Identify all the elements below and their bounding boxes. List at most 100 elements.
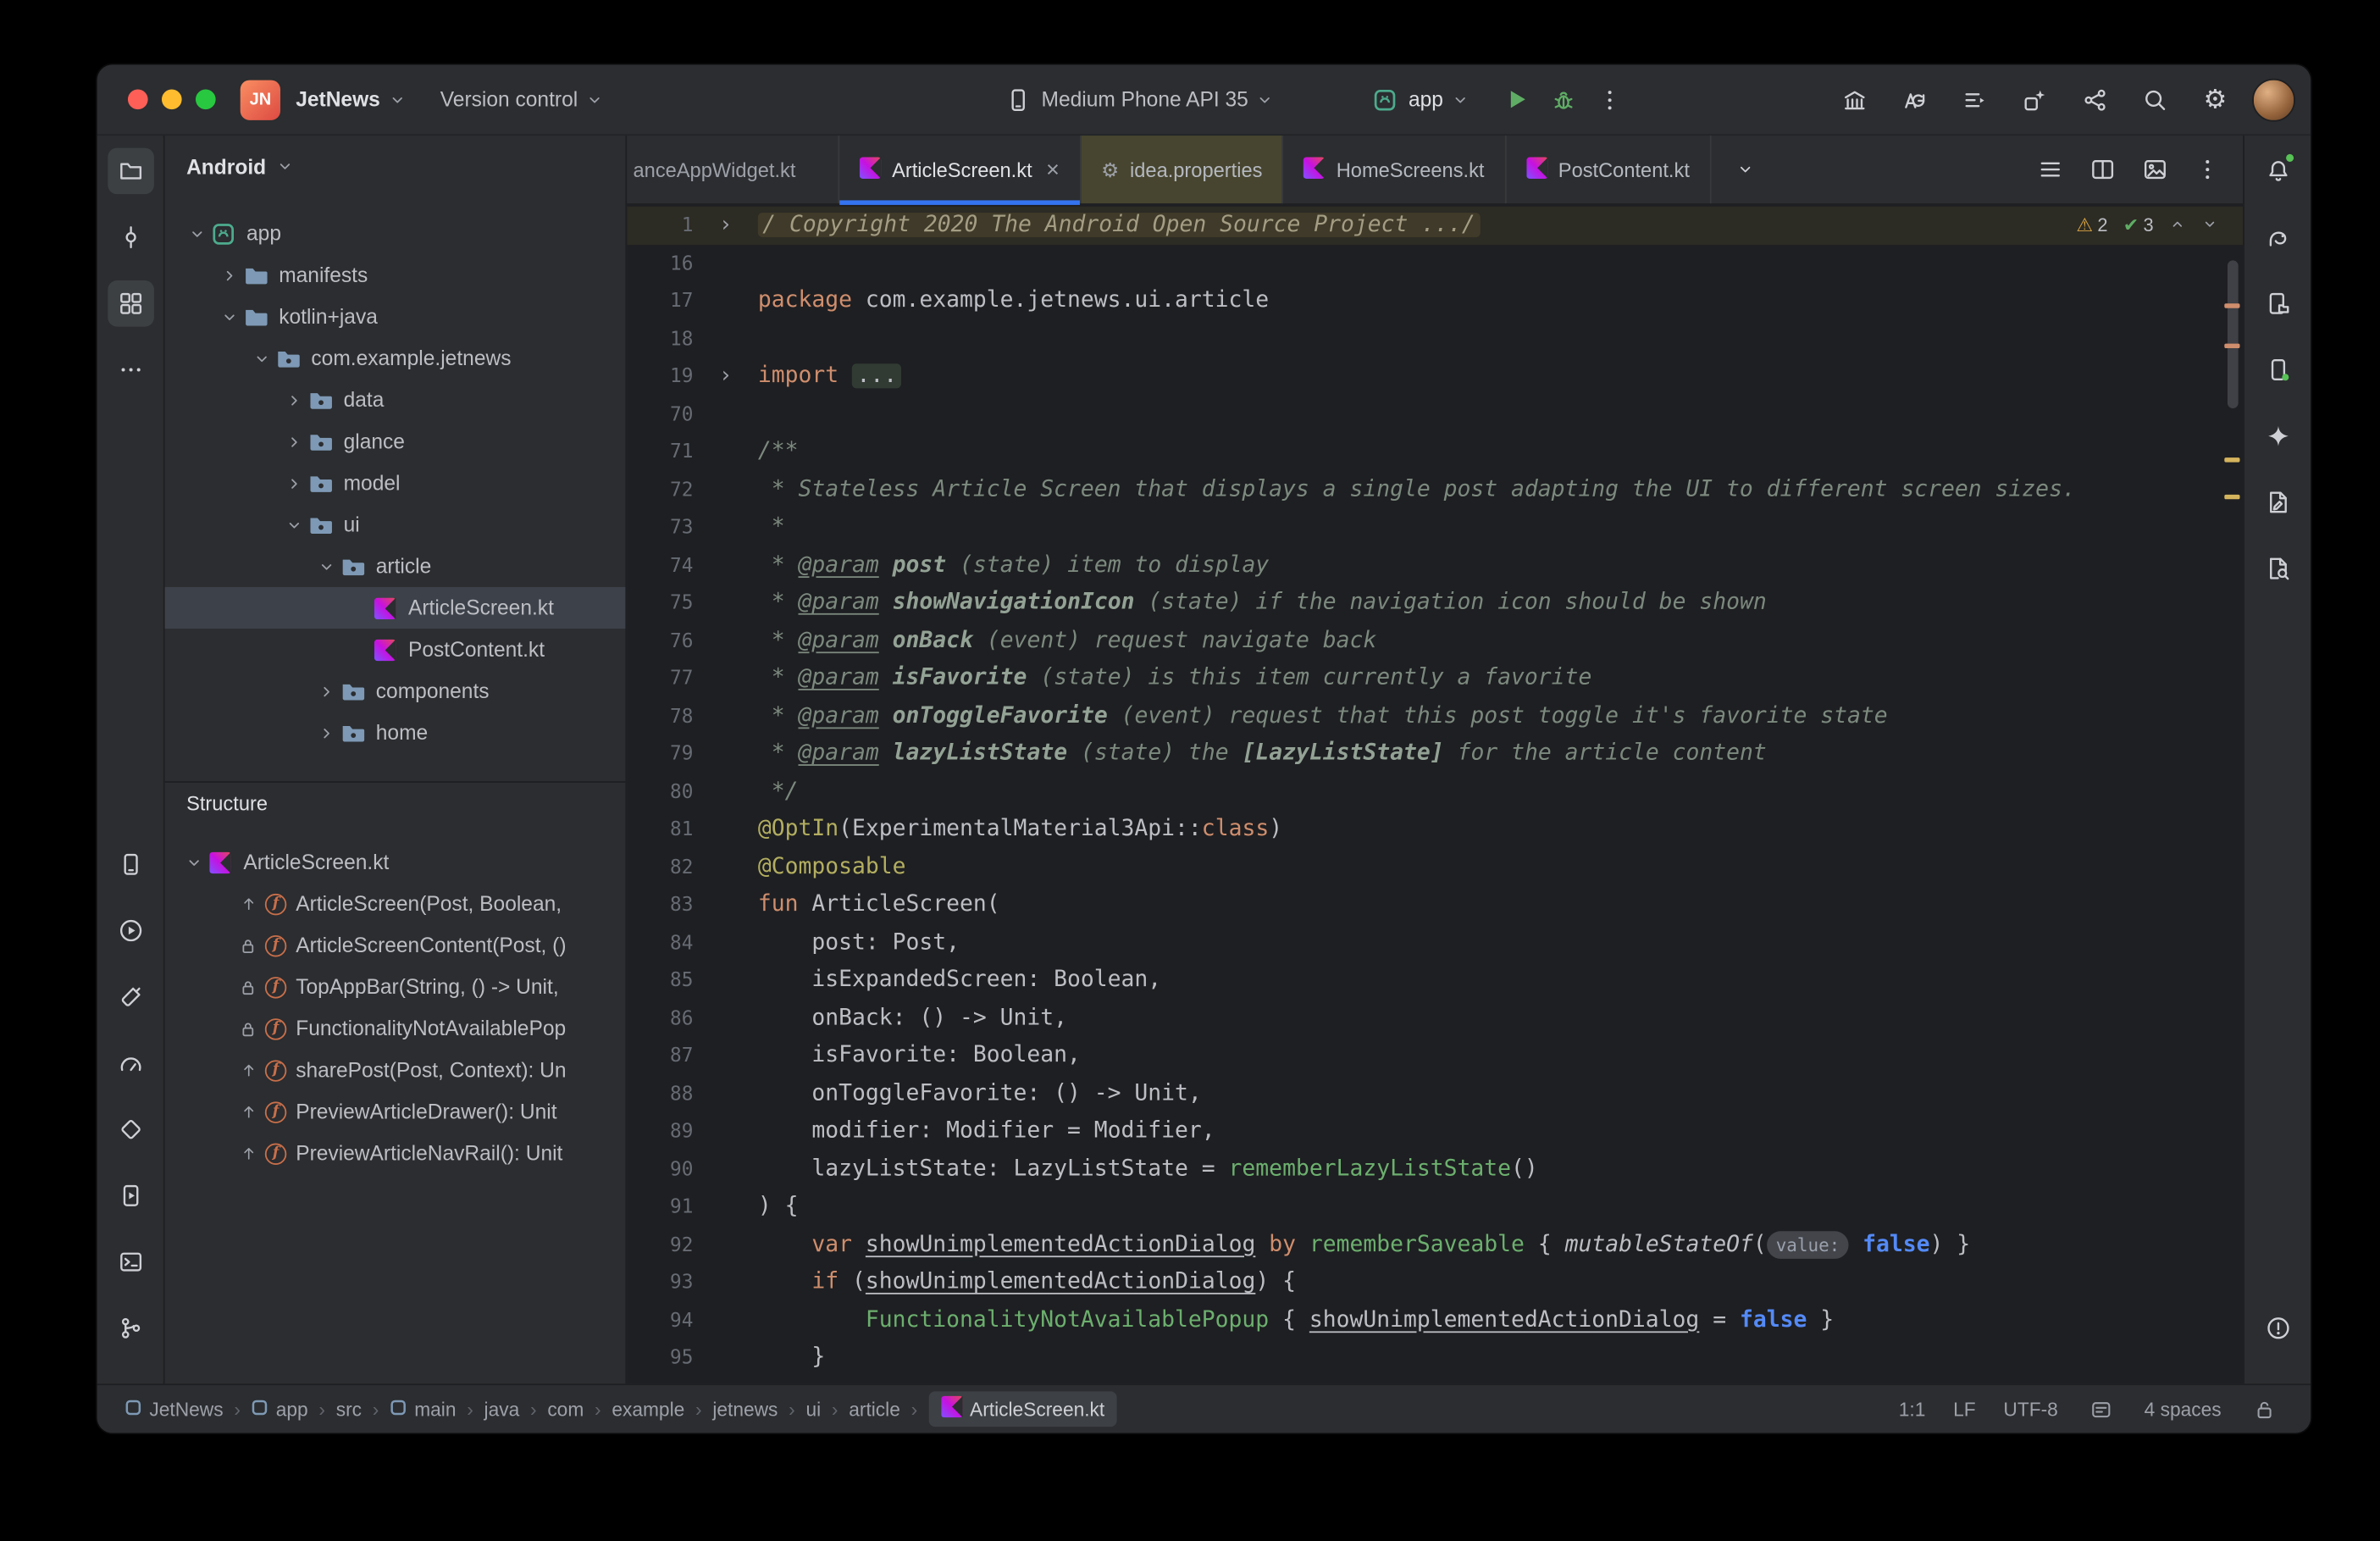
problems-icon[interactable] xyxy=(2255,1305,2301,1351)
tab-postcontent-kt[interactable]: PostContent.kt xyxy=(1506,136,1712,204)
breadcrumb-jetnews[interactable]: JetNews xyxy=(125,1399,224,1420)
line-number[interactable]: 71 xyxy=(627,433,693,471)
code-line-74[interactable]: 74 * @param post (state) item to display xyxy=(627,546,2243,585)
tree-item-home[interactable]: home xyxy=(165,712,626,753)
chevron-down-icon[interactable] xyxy=(313,557,339,575)
line-number[interactable]: 92 xyxy=(627,1226,693,1264)
tab-list-icon[interactable] xyxy=(2028,147,2074,193)
breadcrumb-app[interactable]: app xyxy=(252,1399,308,1420)
line-number[interactable]: 72 xyxy=(627,471,693,509)
encoding-widget[interactable]: UTF-8 xyxy=(2003,1399,2057,1420)
run-configuration-selector[interactable]: app xyxy=(1370,84,1470,114)
line-number[interactable]: 70 xyxy=(627,396,693,434)
app-quality-insights-icon[interactable] xyxy=(107,1106,153,1153)
line-number[interactable]: 76 xyxy=(627,622,693,660)
jetnews-logo[interactable]: JN xyxy=(240,79,281,119)
close-tab-icon[interactable]: × xyxy=(1046,158,1060,180)
code-line-76[interactable]: 76 * @param onBack (event) request navig… xyxy=(627,622,2243,660)
line-number[interactable]: 82 xyxy=(627,848,693,886)
chevron-right-icon[interactable] xyxy=(280,474,307,492)
code-line-17[interactable]: 17 package com.example.jetnews.ui.article xyxy=(627,282,2243,320)
line-number[interactable]: 16 xyxy=(627,244,693,282)
structure-tool-icon[interactable] xyxy=(107,280,153,327)
project-tool-icon[interactable] xyxy=(107,147,153,195)
tree-item-glance[interactable]: glance xyxy=(165,421,626,463)
breadcrumb-main[interactable]: main xyxy=(390,1399,456,1420)
more-tools-icon[interactable] xyxy=(107,346,153,393)
breadcrumb-articlescreen-kt[interactable]: ArticleScreen.kt xyxy=(927,1391,1117,1427)
code-line-81[interactable]: 81 @OptIn(ExperimentalMaterial3Api::class… xyxy=(627,811,2243,849)
chevron-right-icon[interactable] xyxy=(216,266,242,285)
emulator-icon[interactable] xyxy=(2255,346,2301,393)
avatar[interactable] xyxy=(2252,77,2295,121)
plugins-icon[interactable] xyxy=(2012,76,2058,123)
tab-anceappwidget-kt[interactable]: anceAppWidget.kt xyxy=(627,136,840,204)
code-line-86[interactable]: 86 onBack: () -> Unit, xyxy=(627,999,2243,1037)
line-number[interactable]: 18 xyxy=(627,319,693,358)
line-number[interactable]: 19 xyxy=(627,358,693,396)
tree-item-kotlin-java[interactable]: kotlin+java xyxy=(165,296,626,337)
version-control-menu[interactable]: Version control xyxy=(440,88,604,111)
line-number[interactable]: 77 xyxy=(627,659,693,697)
run-tool-icon[interactable] xyxy=(107,907,153,954)
code-line-82[interactable]: 82 @Composable xyxy=(627,848,2243,886)
line-number[interactable]: 17 xyxy=(627,282,693,320)
device-selector[interactable]: Medium Phone API 35 xyxy=(1003,84,1275,114)
tree-item-manifests[interactable]: manifests xyxy=(165,254,626,296)
code-line-1[interactable]: 1 › / Copyright 2020 The Android Open Sour… xyxy=(627,206,2244,245)
line-number[interactable]: 80 xyxy=(627,773,693,811)
notifications-icon[interactable] xyxy=(2255,148,2301,195)
chevron-right-icon[interactable] xyxy=(313,682,339,701)
tree-item-articlescreen-kt[interactable]: ArticleScreen.kt xyxy=(164,586,626,629)
code-line-77[interactable]: 77 * @param isFavorite (state) is this i… xyxy=(627,659,2243,697)
structure-item-previewarticlenavrail[interactable]: f PreviewArticleNavRail(): Unit xyxy=(165,1133,626,1174)
breadcrumb-article[interactable]: article xyxy=(849,1399,900,1420)
file-writable-icon[interactable] xyxy=(2249,1394,2279,1424)
code-line-87[interactable]: 87 isFavorite: Boolean, xyxy=(627,1037,2243,1075)
line-number[interactable]: 88 xyxy=(627,1075,693,1113)
commit-tool-icon[interactable] xyxy=(107,214,153,261)
code-line-85[interactable]: 85 isExpandedScreen: Boolean, xyxy=(627,962,2243,1000)
run-button[interactable] xyxy=(1494,76,1541,123)
line-number[interactable]: 93 xyxy=(627,1263,693,1301)
edit-document-icon[interactable] xyxy=(2255,479,2301,526)
chevron-right-icon[interactable] xyxy=(313,723,339,742)
code-line-79[interactable]: 79 * @param lazyListState (state) the [L… xyxy=(627,735,2243,773)
chevron-right-icon[interactable] xyxy=(280,391,307,409)
document-search-icon[interactable] xyxy=(2255,546,2301,592)
line-number[interactable]: 83 xyxy=(627,886,693,924)
code-line-92[interactable]: 92 var showUnimplementedActionDialog by … xyxy=(627,1226,2243,1264)
running-devices-icon[interactable] xyxy=(107,1172,153,1219)
project-view-selector[interactable]: Android xyxy=(165,136,626,197)
line-number[interactable]: 84 xyxy=(627,923,693,962)
todo-list-icon[interactable] xyxy=(1951,76,1998,123)
code-line-18[interactable]: 18 xyxy=(627,319,2243,358)
next-problem-icon[interactable] xyxy=(2201,216,2218,233)
debug-button[interactable] xyxy=(1541,76,1587,123)
device-manager-icon[interactable] xyxy=(107,841,153,888)
structure-item-articlescreen[interactable]: f ArticleScreen(Post, Boolean, xyxy=(165,883,626,924)
chevron-down-icon[interactable] xyxy=(183,224,209,243)
structure-item-previewarticledrawer[interactable]: f PreviewArticleDrawer(): Unit xyxy=(165,1091,626,1133)
tab-articlescreen-kt[interactable]: ArticleScreen.kt × xyxy=(839,136,1082,205)
code-line-71[interactable]: 71/** xyxy=(627,433,2243,471)
breadcrumb-java[interactable]: java xyxy=(484,1399,520,1420)
code-line-91[interactable]: 91) { xyxy=(627,1188,2243,1226)
tree-item-postcontent-kt[interactable]: PostContent.kt xyxy=(165,629,626,670)
code-line-16[interactable]: 16 xyxy=(627,244,2243,282)
line-number[interactable]: 74 xyxy=(627,546,693,585)
code-line-75[interactable]: 75 * @param showNavigationIcon (state) i… xyxy=(627,584,2243,622)
structure-item-functionalitynotavailablepop[interactable]: f FunctionalityNotAvailablePop xyxy=(165,1007,626,1049)
line-number[interactable]: 85 xyxy=(627,962,693,1000)
code-line-94[interactable]: 94 FunctionalityNotAvailablePopup { show… xyxy=(627,1301,2243,1339)
close-window-button[interactable] xyxy=(127,89,148,110)
line-ending-widget[interactable]: LF xyxy=(1953,1399,1976,1420)
minimize-window-button[interactable] xyxy=(161,89,182,110)
line-number[interactable]: 90 xyxy=(627,1150,693,1189)
code-line-90[interactable]: 90 lazyListState: LazyListState = rememb… xyxy=(627,1150,2243,1189)
line-number[interactable]: 79 xyxy=(627,735,693,773)
line-number[interactable]: 1 xyxy=(627,207,694,245)
terminal-icon[interactable] xyxy=(107,1239,153,1285)
indent-widget[interactable]: 4 spaces xyxy=(2145,1399,2222,1420)
tree-item-app[interactable]: app xyxy=(165,213,626,254)
